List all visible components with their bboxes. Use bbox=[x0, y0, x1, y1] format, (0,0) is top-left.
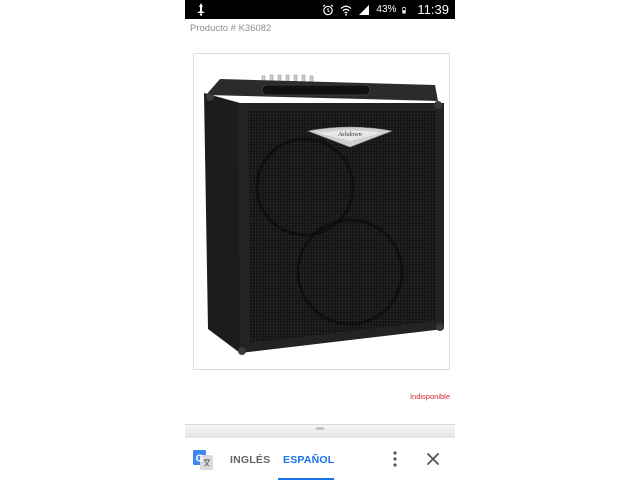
close-icon[interactable] bbox=[425, 451, 441, 467]
amplifier-image: Ashdown bbox=[204, 74, 444, 355]
google-translate-icon[interactable]: G bbox=[193, 450, 213, 470]
sheet-handle[interactable] bbox=[185, 424, 455, 439]
clock: 11:39 bbox=[417, 2, 449, 17]
product-code: Producto # K36082 bbox=[190, 23, 272, 34]
availability-status: Indisponible bbox=[409, 392, 450, 401]
product-image[interactable]: Ashdown bbox=[193, 53, 450, 370]
alarm-icon bbox=[323, 3, 334, 15]
status-bar: 43% 11:39 bbox=[185, 0, 455, 19]
notification-icon bbox=[197, 3, 205, 16]
more-options-icon[interactable] bbox=[387, 450, 403, 468]
svg-text:G: G bbox=[196, 454, 204, 465]
phone-screen: 43% 11:39 Producto # K36082 Ashdown Indi… bbox=[185, 0, 455, 480]
battery-percent: 43% bbox=[376, 4, 397, 15]
wifi-icon bbox=[341, 5, 352, 16]
signal-icon bbox=[359, 4, 370, 15]
translate-bar: G INGLÉS ESPAÑOL bbox=[185, 438, 455, 480]
source-language-tab[interactable]: INGLÉS bbox=[230, 454, 270, 466]
drag-handle[interactable] bbox=[315, 427, 325, 430]
amp-brand-logo: Ashdown bbox=[337, 131, 362, 138]
battery-icon bbox=[402, 6, 407, 13]
target-language-tab[interactable]: ESPAÑOL bbox=[283, 454, 334, 466]
